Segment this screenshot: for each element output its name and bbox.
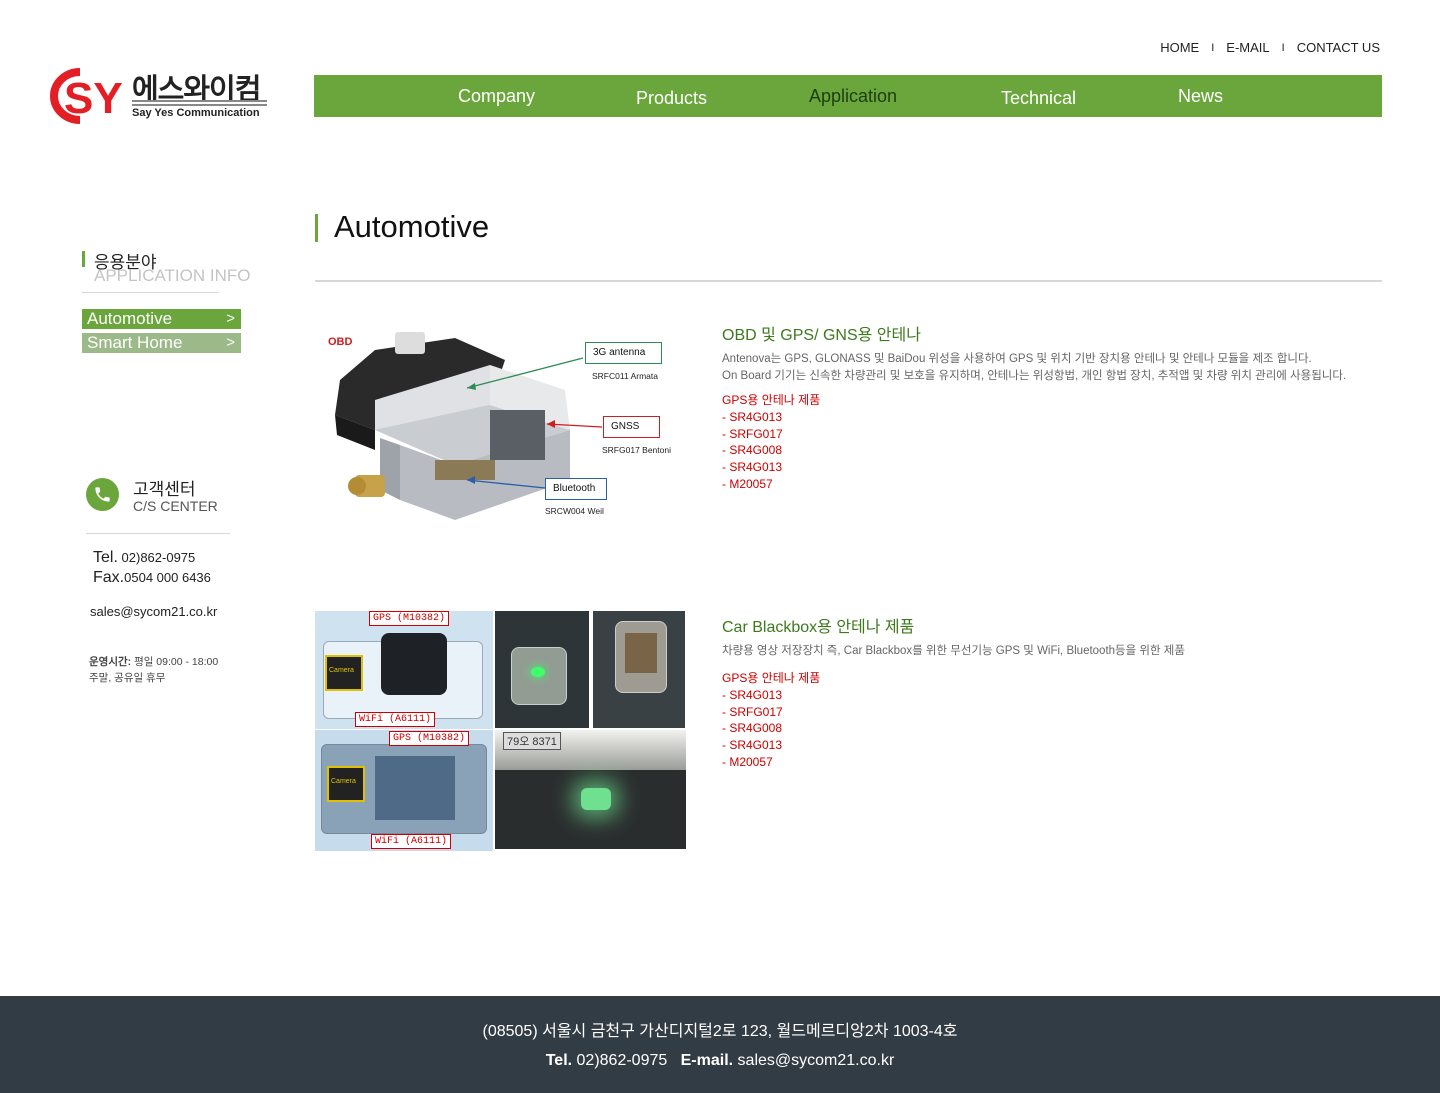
description-line: On Board 기기는 신속한 차량관리 및 보호을 유지하며, 안테나는 위… xyxy=(722,370,1347,382)
cs-email-link[interactable]: sales@sycom21.co.kr xyxy=(90,604,217,619)
cs-tel: Tel. 02)862-0975 xyxy=(93,549,195,567)
product-link[interactable]: - SR4G008 xyxy=(722,720,783,737)
bluetooth-model: SRCW004 Weil xyxy=(545,506,604,516)
cs-divider xyxy=(86,533,230,534)
obd-figure: OBD 3G antenna SRFC011 Armata GNSS SRFG0… xyxy=(315,320,685,535)
gps-tag: GPS (M10382) xyxy=(369,611,450,626)
wifi-tag: WiFi (A6111) xyxy=(371,834,452,849)
product-link[interactable]: - SR4G008 xyxy=(722,442,783,459)
util-separator: I xyxy=(1281,41,1285,54)
page-title-text: Automotive xyxy=(334,209,490,244)
product-list: - SR4G013 - SRFG017 - SR4G008 - SR4G013 … xyxy=(722,687,783,771)
title-accent-bar xyxy=(82,251,85,267)
device-photo-board xyxy=(593,611,685,728)
dashboard-photo: 79오 8371 xyxy=(495,730,686,849)
cs-title-english: C/S CENTER xyxy=(133,498,218,514)
site-footer: (08505) 서울시 금천구 가산디지털2로 123, 월드메르디앙2차 10… xyxy=(0,996,1440,1093)
sidebar-item-label: Automotive xyxy=(87,309,173,328)
nav-application[interactable]: Application xyxy=(809,75,897,117)
logo-english-name: Say Yes Communication xyxy=(132,107,260,119)
footer-tel-label: Tel. xyxy=(545,1052,573,1069)
product-link[interactable]: - SR4G013 xyxy=(722,737,783,754)
tel-number: 02)862-0975 xyxy=(121,550,196,565)
tel-label: Tel. xyxy=(93,549,118,566)
wifi-tag: WiFi (A6111) xyxy=(355,712,436,727)
util-separator: I xyxy=(1211,41,1215,54)
gnss-part-label: GNSS xyxy=(603,416,660,438)
gnss-model: SRFG017 Bentoni xyxy=(602,445,671,455)
sidebar-item-automotive[interactable]: Automotive > xyxy=(82,309,241,329)
svg-text:SY: SY xyxy=(64,74,123,123)
product-link[interactable]: - M20057 xyxy=(722,476,783,493)
site-logo[interactable]: SY 에스와이컴 Say Yes Communication xyxy=(50,66,270,126)
section-title-blackbox: Car Blackbox용 안테나 제품 xyxy=(722,619,915,636)
footer-tel: 02)862-0975 xyxy=(576,1052,668,1069)
cs-hours: 운영시간: 평일 09:00 - 18:00 주말, 공유일 휴무 xyxy=(89,654,218,686)
fax-number: 0504 000 6436 xyxy=(124,570,211,585)
title-accent-bar xyxy=(315,214,318,242)
product-link[interactable]: - M20057 xyxy=(722,754,783,771)
product-link[interactable]: - SR4G013 xyxy=(722,687,783,704)
products-heading: GPS용 안테나 제품 xyxy=(722,393,821,407)
camera-label: Camera xyxy=(331,778,356,785)
obd-label: OBD xyxy=(328,336,353,348)
blackbox-photos: Camera GPS (M10382) WiFi (A6111) Camera … xyxy=(315,611,687,851)
hours-value: 평일 09:00 - 18:00 xyxy=(134,656,219,668)
holiday-note: 주말, 공유일 휴무 xyxy=(89,672,166,684)
description-line: 차량용 영상 저장장치 즉, Car Blackbox를 위한 무선기능 GPS… xyxy=(722,645,1185,657)
phone-icon xyxy=(86,478,119,511)
board-photo: Camera xyxy=(315,730,493,851)
footer-email[interactable]: sales@sycom21.co.kr xyxy=(738,1052,895,1069)
chevron-right-icon: > xyxy=(226,310,235,327)
footer-email-label: E-mail. xyxy=(680,1052,734,1069)
product-link[interactable]: - SRFG017 xyxy=(722,426,783,443)
sy-logo-mark: SY xyxy=(50,68,123,124)
plate-label: 79오 8371 xyxy=(503,732,561,750)
sidebar-menu: Automotive > Smart Home > xyxy=(82,309,241,357)
antenna-part-label: 3G antenna xyxy=(585,342,662,364)
chevron-right-icon: > xyxy=(226,334,235,351)
bluetooth-part-label: Bluetooth xyxy=(545,478,607,500)
camera-label: Camera xyxy=(329,667,354,674)
main-nav: Company Products Application Technical N… xyxy=(314,75,1382,117)
content-divider xyxy=(315,280,1382,282)
nav-technical[interactable]: Technical xyxy=(1001,77,1076,119)
sidebar-divider xyxy=(82,292,219,293)
product-link[interactable]: - SR4G013 xyxy=(722,409,783,426)
home-link[interactable]: HOME xyxy=(1160,40,1199,55)
sidebar-item-smart-home[interactable]: Smart Home > xyxy=(82,333,241,353)
footer-address: (08505) 서울시 금천구 가산디지털2로 123, 월드메르디앙2차 10… xyxy=(482,1023,958,1040)
footer-contact: Tel. 02)862-0975 E-mail. sales@sycom21.c… xyxy=(0,1052,1440,1070)
nav-news[interactable]: News xyxy=(1178,75,1223,117)
hours-label: 운영시간: xyxy=(89,656,132,668)
fax-label: Fax. xyxy=(93,569,125,586)
product-list: - SR4G013 - SRFG017 - SR4G008 - SR4G013 … xyxy=(722,409,783,493)
logo-rule xyxy=(132,104,267,106)
utility-links: HOME I E-MAIL I CONTACT US xyxy=(1160,40,1380,55)
nav-company[interactable]: Company xyxy=(458,75,535,117)
sidebar-item-label: Smart Home xyxy=(87,333,183,352)
products-heading: GPS용 안테나 제품 xyxy=(722,671,821,685)
section-title-obd: OBD 및 GPS/ GNS용 안테나 xyxy=(722,327,921,344)
product-link[interactable]: - SRFG017 xyxy=(722,704,783,721)
sidebar-title-english: APPLICATION INFO xyxy=(94,266,251,285)
product-link[interactable]: - SR4G013 xyxy=(722,459,783,476)
device-photo-green xyxy=(495,611,589,728)
description-line: Antenova는 GPS, GLONASS 및 BaiDou 위성을 사용하여… xyxy=(722,353,1312,365)
contact-us-link[interactable]: CONTACT US xyxy=(1297,40,1380,55)
section-description: 차량용 영상 저장장치 즉, Car Blackbox를 위한 무선기능 GPS… xyxy=(722,643,1185,660)
cs-fax: Fax.0504 000 6436 xyxy=(93,569,211,587)
section-description: Antenova는 GPS, GLONASS 및 BaiDou 위성을 사용하여… xyxy=(722,351,1346,385)
cs-title-korean: 고객센터 xyxy=(133,480,196,500)
nav-products[interactable]: Products xyxy=(636,77,707,119)
antenna-model: SRFC011 Armata xyxy=(592,371,658,381)
email-link[interactable]: E-MAIL xyxy=(1226,40,1269,55)
logo-rule xyxy=(132,100,267,102)
gps-tag: GPS (M10382) xyxy=(389,731,470,746)
